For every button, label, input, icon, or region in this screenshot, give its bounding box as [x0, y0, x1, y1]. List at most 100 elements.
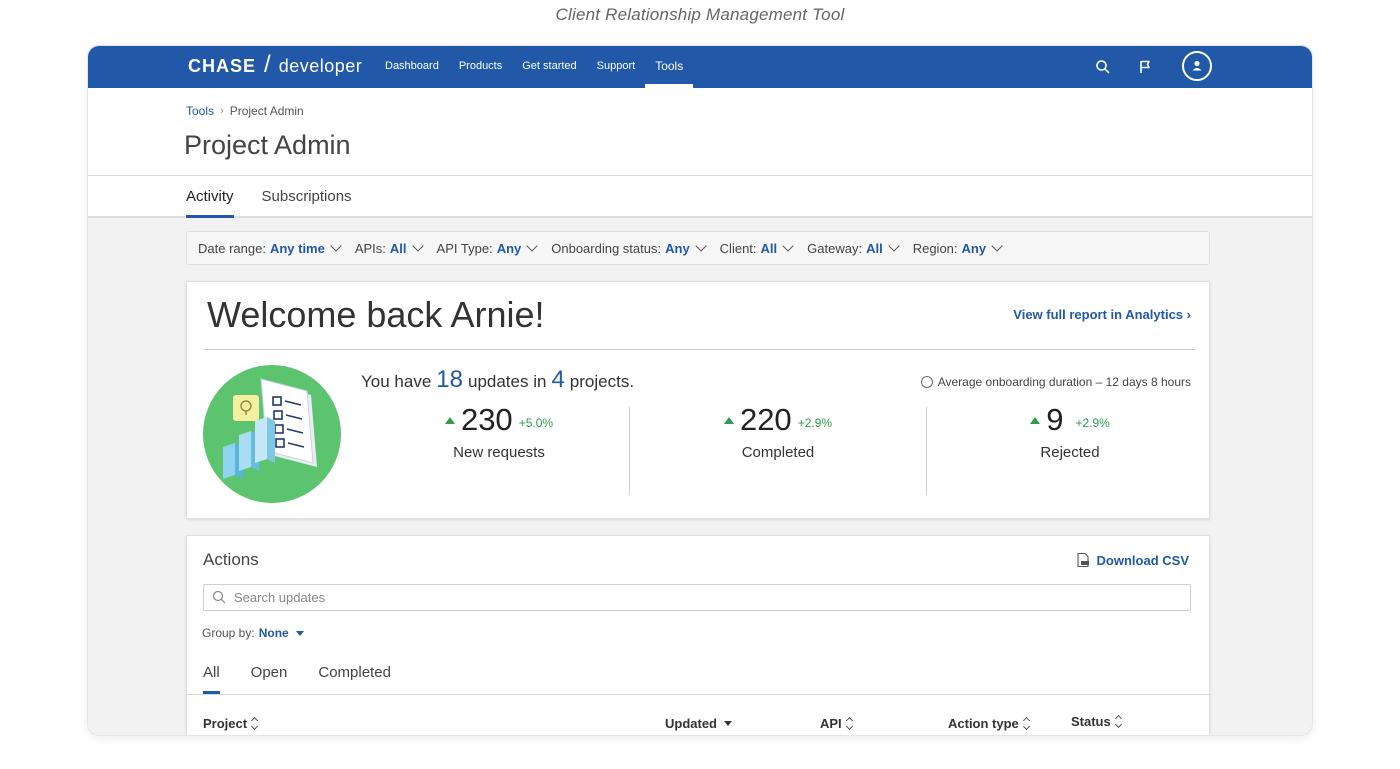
user-avatar-icon[interactable]: [1182, 51, 1212, 81]
stat-delta: +2.9%: [797, 416, 833, 430]
brand-product: developer: [278, 56, 363, 76]
summary-prefix: You have: [361, 372, 432, 391]
filter-value: Any: [961, 240, 987, 256]
stat-divider: [629, 407, 630, 495]
brand-separator: /: [264, 51, 271, 78]
trend-up-icon: [1030, 416, 1041, 424]
caret-down-icon: [295, 630, 304, 636]
search-icon: [212, 590, 226, 604]
actions-tabs: All Open Completed: [203, 656, 391, 694]
filter-label: Onboarding status:: [551, 240, 662, 256]
filter-apis[interactable]: APIs: All: [354, 239, 424, 256]
filter-onboarding-status[interactable]: Onboarding status: Any: [551, 239, 707, 256]
column-status[interactable]: Status: [1071, 714, 1122, 729]
average-onboarding: Average onboarding duration – 12 days 8 …: [920, 375, 1191, 389]
filter-value: All: [760, 240, 778, 256]
download-csv-label: Download CSV: [1096, 552, 1189, 568]
filter-value: Any: [496, 240, 522, 256]
column-updated[interactable]: Updated: [665, 716, 732, 731]
chase-developer-logo[interactable]: CHASE / developer: [188, 51, 363, 79]
summary-middle: updates in: [467, 372, 547, 391]
filter-label: Gateway:: [807, 240, 863, 256]
stat-label: Completed: [741, 444, 815, 461]
stat-label: New requests: [453, 444, 545, 461]
brand-name: CHASE: [188, 56, 257, 76]
stat-delta: +5.0%: [518, 416, 554, 430]
projects-count: 4: [551, 366, 565, 393]
stat-new-requests: 230 +5.0% New requests: [399, 402, 599, 461]
page-tabs: Activity Subscriptions: [186, 178, 352, 218]
sort-icon: [845, 716, 853, 731]
top-navigation-bar: CHASE / developer Dashboard Products Get…: [88, 46, 1312, 88]
nav-item-tools[interactable]: Tools: [645, 46, 694, 88]
flag-icon[interactable]: [1135, 57, 1155, 77]
stat-delta: +2.9%: [1075, 416, 1110, 430]
actions-card: Actions Download CSV Group by: None All …: [186, 535, 1211, 735]
search-icon[interactable]: [1093, 57, 1113, 77]
page-title: Project Admin: [184, 130, 351, 160]
stat-divider: [926, 407, 927, 495]
stat-value: 230: [460, 402, 513, 437]
welcome-divider: [203, 349, 1195, 350]
actions-title: Actions: [203, 550, 259, 569]
breadcrumb-current: Project Admin: [229, 104, 304, 118]
chevron-down-icon: [695, 239, 707, 252]
image-caption: Client Relationship Management Tool: [555, 5, 845, 24]
nav-item-get-started[interactable]: Get started: [512, 46, 586, 88]
trend-up-icon: [444, 416, 455, 424]
column-label: Project: [203, 716, 248, 731]
actions-divider: [187, 694, 1211, 695]
stat-value: 220: [739, 402, 792, 437]
group-by-value: None: [258, 626, 289, 640]
filter-client[interactable]: Client: All: [719, 239, 794, 256]
view-report-label: View full report in Analytics: [1013, 307, 1184, 322]
column-action-type[interactable]: Action type: [948, 716, 1030, 731]
header-divider: [88, 175, 1312, 176]
breadcrumb-tools-link[interactable]: Tools: [186, 104, 214, 118]
tab-activity[interactable]: Activity: [186, 178, 234, 218]
app-window: CHASE / developer Dashboard Products Get…: [87, 45, 1313, 736]
tab-subscriptions[interactable]: Subscriptions: [262, 178, 352, 216]
chevron-right-icon: ›: [1186, 307, 1191, 322]
chevron-down-icon: [411, 239, 424, 252]
search-input[interactable]: [234, 590, 1134, 605]
average-onboarding-text: Average onboarding duration – 12 days 8 …: [937, 375, 1191, 389]
filter-label: Client:: [719, 240, 757, 256]
filter-label: APIs:: [354, 240, 386, 256]
nav-item-products[interactable]: Products: [449, 46, 512, 88]
updates-count: 18: [436, 366, 463, 393]
column-label: Action type: [948, 716, 1019, 731]
column-api[interactable]: API: [820, 716, 853, 731]
filter-date-range[interactable]: Date range: Any time: [198, 239, 342, 256]
tab-completed[interactable]: Completed: [318, 656, 391, 694]
chevron-down-icon: [330, 239, 342, 252]
filter-value: Any: [665, 240, 690, 256]
tab-open[interactable]: Open: [251, 656, 288, 694]
filter-label: API Type:: [436, 240, 493, 256]
filter-label: Date range:: [198, 240, 266, 256]
tab-all[interactable]: All: [203, 656, 220, 694]
column-project[interactable]: Project: [203, 716, 259, 731]
column-label: Status: [1071, 714, 1111, 729]
filter-gateway[interactable]: Gateway: All: [807, 239, 900, 256]
nav-item-dashboard[interactable]: Dashboard: [375, 46, 449, 88]
user-icon: [1192, 60, 1202, 71]
stat-value: 9: [1046, 402, 1064, 437]
filter-api-type[interactable]: API Type: Any: [436, 239, 538, 256]
group-by-select[interactable]: Group by: None: [202, 626, 304, 640]
view-report-link[interactable]: View full report in Analytics ›: [1013, 307, 1191, 322]
welcome-card: Welcome back Arnie! View full report in …: [186, 281, 1210, 519]
search-updates-field[interactable]: [203, 584, 1191, 611]
nav-item-support[interactable]: Support: [587, 46, 646, 88]
breadcrumb-chevron-icon: ›: [220, 105, 224, 117]
analytics-illustration: [203, 365, 341, 503]
download-csv-button[interactable]: Download CSV: [1075, 552, 1189, 568]
chevron-down-icon: [888, 239, 900, 252]
page-header: Tools › Project Admin Project Admin Acti…: [88, 88, 1312, 218]
welcome-title: Welcome back Arnie!: [207, 294, 545, 335]
sort-icon: [1114, 714, 1122, 729]
chevron-down-icon: [991, 239, 1003, 252]
stat-label: Rejected: [1040, 444, 1100, 461]
sort-icon: [1022, 716, 1030, 731]
filter-region[interactable]: Region: Any: [913, 239, 1003, 256]
